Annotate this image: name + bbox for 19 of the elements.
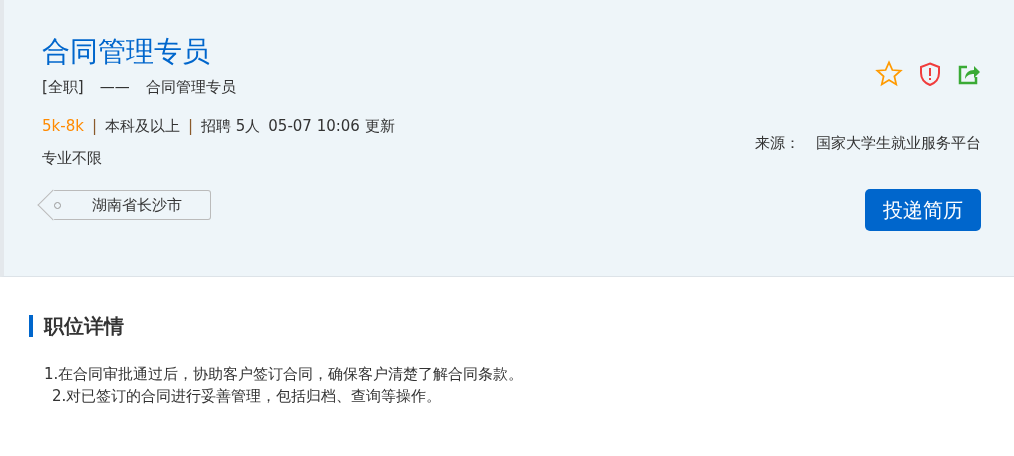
major: 专业不限	[42, 148, 103, 169]
description-line: 1.在合同审批通过后，协助客户签订合同，确保客户清楚了解合同条款。	[44, 364, 525, 385]
source-name: 国家大学生就业服务平台	[816, 133, 981, 154]
star-icon[interactable]	[875, 60, 903, 88]
dash: ——	[99, 77, 130, 98]
headcount: 招聘 5人	[201, 115, 261, 137]
apply-button[interactable]: 投递简历	[865, 188, 981, 231]
description-line: 2.对已签订的合同进行妥善管理，包括归档、查询等操作。	[51, 386, 443, 407]
source-label: 来源：	[755, 133, 800, 154]
separator: |	[187, 115, 193, 137]
job-subtitle: 合同管理专员	[145, 77, 236, 98]
education: 本科及以上	[104, 115, 180, 137]
update-time: 05-07 10:06 更新	[268, 115, 395, 137]
salary: 5k-8k	[42, 115, 84, 137]
warning-shield-icon[interactable]	[919, 62, 941, 86]
separator: |	[91, 115, 97, 137]
section-heading: 职位详情	[29, 315, 1014, 337]
job-type: [全职]	[42, 77, 84, 98]
job-title: 合同管理专员	[42, 34, 211, 70]
